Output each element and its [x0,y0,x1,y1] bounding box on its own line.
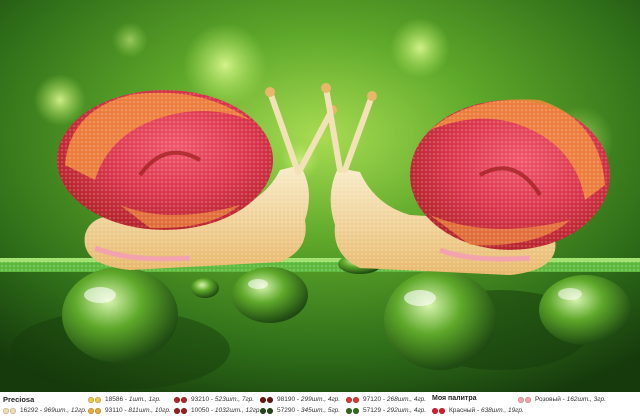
brand-label: Preciosa [3,395,35,404]
swatch-dot [267,397,273,403]
swatch-dot [353,397,359,403]
color-amount: 292шт., 4гр. [386,407,427,414]
swatch-dot [346,408,352,414]
color-code: 57129 [363,407,382,414]
legend-entry-93110: 93110 - 811шт., 10гр. [88,406,171,416]
swatch-dot [3,408,9,414]
palette-title: Моя палитра [432,395,477,402]
legend-entry-57290: 57290 - 345шт., 5гр. [260,406,340,416]
swatch-dot [10,408,16,414]
swatch-dot [174,408,180,414]
swatch-dot [260,408,266,414]
swatch-dot [174,397,180,403]
color-amount: 969шт., 12гр. [43,407,87,414]
color-amount: 523шт., 7гр. [214,396,255,403]
color-code: Розовый [535,396,561,403]
color-code: 16292 [20,407,39,414]
color-amount: 638шт., 19гр. [480,407,524,414]
color-code: 98190 [277,396,296,403]
color-code: 93110 [105,407,123,414]
color-amount: 345шт., 5гр. [300,407,341,414]
swatch-dot [353,408,359,414]
legend-entry-16292: 16292 - 969шт., 12гр. [3,406,87,416]
swatch-dot [88,408,94,414]
color-amount: 268шт., 4гр. [386,396,427,403]
swatch-dot [88,397,94,403]
color-code: 18586 [105,396,124,403]
color-amount: 299шт., 4гр. [300,396,341,403]
swatch-dot [525,397,531,403]
cross-stitch-artwork [0,0,640,392]
color-amount: 811шт., 10гр. [128,407,171,414]
legend-entry-98190: 98190 - 299шт., 4гр. [260,395,340,405]
swatch-dot [346,397,352,403]
swatch-dot [260,397,266,403]
legend-entry-97120: 97120 - 268шт., 4гр. [346,395,426,405]
color-code: 10050 [191,407,210,414]
color-code: 93210 [191,396,210,403]
swatch-dot [432,408,438,414]
swatch-dot [439,408,445,414]
color-code: 57290 [277,407,296,414]
swatch-dot [518,397,524,403]
swatch-dot [181,408,187,414]
color-legend: Preciosa Моя палитра 16292 - 969шт., 12г… [0,392,640,419]
color-code: Красный [449,407,476,414]
swatch-dot [95,397,101,403]
snails-on-grass-dewdrops-image [0,0,640,392]
legend-entry-rozovy: Розовый - 162шт., 3гр. [518,395,606,405]
color-code: 97120 [363,396,382,403]
legend-entry-18586: 18586 - 1шт., 1гр. [88,395,161,405]
legend-entry-krasny: Красный - 638шт., 19гр. [432,406,524,416]
color-amount: 1шт., 1гр. [128,396,161,403]
swatch-dot [181,397,187,403]
legend-entry-57129: 57129 - 292шт., 4гр. [346,406,426,416]
legend-entry-10050: 10050 - 1032шт., 12гр. [174,406,261,416]
swatch-dot [267,408,273,414]
legend-entry-93210: 93210 - 523шт., 7гр. [174,395,254,405]
swatch-dot [95,408,101,414]
color-amount: 1032шт., 12гр. [214,407,262,414]
color-amount: 162шт., 3гр. [566,396,606,403]
